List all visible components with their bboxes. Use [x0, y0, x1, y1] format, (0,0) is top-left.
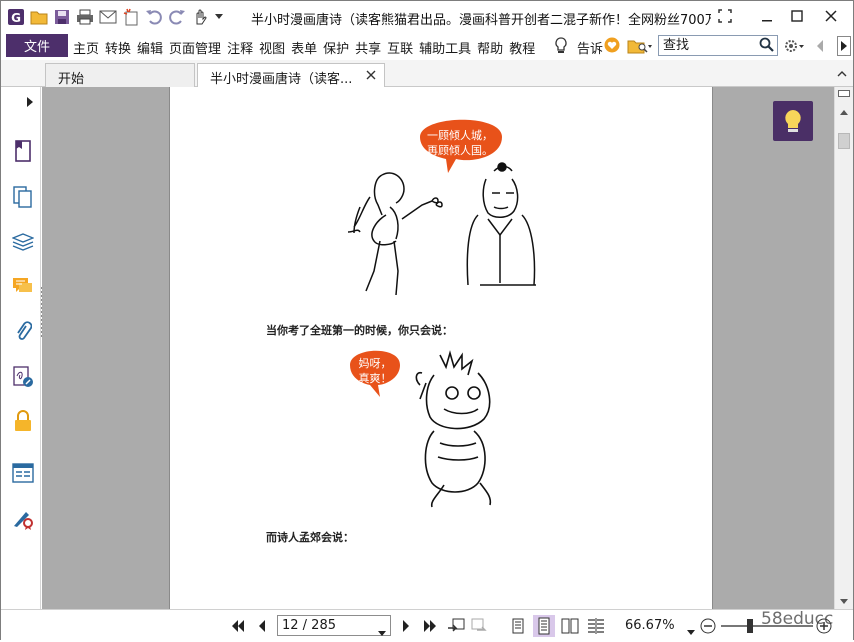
pdf-page: 一顾倾人城， 再顾倾人国。 当你考了全班第一的时候，你只会说： 妈呀， 真爽！ … [169, 87, 713, 609]
menu-form[interactable]: 表单 [291, 38, 317, 57]
menu-tabs: 主页 转换 编辑 页面管理 注释 视图 表单 保护 共享 互联 辅助工具 帮助 … [73, 38, 541, 57]
pages-icon[interactable] [11, 185, 35, 209]
caption-1: 当你考了全班第一的时候，你只会说： [266, 324, 453, 337]
document-viewport: 一顾倾人城， 再顾倾人国。 当你考了全班第一的时候，你只会说： 妈呀， 真爽！ … [42, 87, 834, 609]
app-logo-icon: G [7, 8, 25, 26]
scroll-split-icon[interactable] [838, 90, 850, 97]
next-view-icon[interactable] [471, 617, 489, 635]
certify-icon[interactable] [11, 507, 35, 531]
expand-panel-icon[interactable] [27, 96, 33, 110]
tab-start[interactable]: 开始 [45, 63, 195, 87]
print-icon[interactable] [76, 8, 94, 26]
search-icon[interactable] [759, 37, 775, 56]
form-fields-icon[interactable] [11, 461, 35, 485]
menu-help[interactable]: 帮助 [477, 38, 503, 57]
heart-icon[interactable] [604, 37, 620, 56]
zoom-dropdown-icon[interactable] [687, 624, 695, 638]
previous-view-icon[interactable] [447, 617, 465, 635]
ribbon-menu-bar: 文件 主页 转换 编辑 页面管理 注释 视图 表单 保护 共享 互联 辅助工具 … [1, 33, 853, 59]
previous-page-icon[interactable] [253, 617, 271, 635]
close-button[interactable] [817, 5, 845, 27]
tab-document-label: 半小时漫画唐诗（读客... [210, 72, 353, 87]
scroll-down-icon[interactable] [839, 595, 849, 609]
menu-edit[interactable]: 编辑 [137, 38, 163, 57]
caption-2: 而诗人孟郊会说： [266, 531, 354, 544]
scrollbar-thumb[interactable] [838, 133, 850, 149]
bubble2-line2: 真爽！ [359, 371, 392, 385]
comments-icon[interactable] [11, 275, 35, 299]
document-tab-bar: 开始 半小时漫画唐诗（读客... [1, 60, 853, 87]
menu-tutorial[interactable]: 教程 [509, 38, 535, 57]
page-number-text: 12 / 285 [282, 618, 336, 633]
status-bar: 12 / 285 66.67% [1, 609, 853, 640]
ribbon-prev-icon[interactable] [815, 39, 825, 56]
signature-icon[interactable] [11, 365, 35, 389]
customize-dropdown-icon[interactable] [214, 8, 224, 26]
bookmark-icon[interactable] [11, 139, 35, 163]
scroll-up-icon[interactable] [839, 105, 849, 119]
save-icon[interactable] [53, 8, 71, 26]
bubble1-line2: 再顾倾人国。 [427, 144, 493, 157]
hand-tool-icon[interactable] [191, 8, 209, 26]
comic-illustration-bottom: 妈呀， 真爽！ [350, 350, 492, 508]
zoom-out-icon[interactable] [699, 617, 717, 635]
watermark: 58educc [761, 609, 834, 629]
lightbulb-tips-button[interactable] [773, 101, 813, 141]
app-window: G 半小时漫画唐诗（读客熊猫君出品。漫画科普开创者二混子新作！全网粉丝700万！… [0, 0, 854, 640]
menu-connect[interactable]: 互联 [387, 38, 413, 57]
minimize-button[interactable] [753, 5, 781, 27]
tab-close-icon[interactable] [366, 69, 376, 84]
lightbulb-icon [785, 110, 801, 132]
bubble2-line1: 妈呀， [359, 356, 392, 370]
last-page-icon[interactable] [421, 617, 439, 635]
next-page-icon[interactable] [397, 617, 415, 635]
email-icon[interactable] [99, 8, 117, 26]
single-page-view-icon[interactable] [509, 617, 527, 635]
bubble1-line1: 一顾倾人城， [427, 129, 493, 142]
menu-comment[interactable]: 注释 [227, 38, 253, 57]
menu-protect[interactable]: 保护 [323, 38, 349, 57]
continuous-view-icon[interactable] [533, 615, 555, 637]
attachments-icon[interactable] [11, 319, 35, 343]
tab-document[interactable]: 半小时漫画唐诗（读客... [197, 63, 385, 87]
svg-text:G: G [11, 11, 21, 25]
lightbulb-tell-icon[interactable] [554, 37, 568, 58]
tab-start-label: 开始 [58, 72, 85, 87]
settings-gear-icon[interactable] [783, 37, 805, 58]
first-page-icon[interactable] [229, 617, 247, 635]
redo-icon[interactable] [168, 8, 186, 26]
comic-illustration-top: 一顾倾人城， 再顾倾人国。 [347, 119, 536, 296]
new-doc-icon[interactable] [122, 8, 140, 26]
left-navigation-panel [1, 87, 43, 609]
file-menu-button[interactable]: 文件 [6, 34, 68, 57]
continuous-facing-icon[interactable] [587, 617, 605, 635]
window-title: 半小时漫画唐诗（读客熊猫君出品。漫画科普开创者二混子新作！全网粉丝700万！ [251, 13, 711, 28]
maximize-button[interactable] [783, 5, 811, 27]
menu-share[interactable]: 共享 [355, 38, 381, 57]
page-number-input[interactable]: 12 / 285 [277, 615, 391, 636]
vertical-scrollbar[interactable] [834, 87, 853, 609]
ribbon-next-icon[interactable] [837, 36, 851, 56]
layers-icon[interactable] [11, 230, 35, 254]
find-folder-icon[interactable] [627, 37, 653, 58]
menu-convert[interactable]: 转换 [105, 38, 131, 57]
quick-access-toolbar: G [7, 7, 229, 27]
undo-icon[interactable] [145, 8, 163, 26]
menu-accessibility[interactable]: 辅助工具 [419, 38, 471, 57]
facing-pages-icon[interactable] [561, 617, 579, 635]
tell-me-label[interactable]: 告诉 [577, 38, 603, 57]
menu-view[interactable]: 视图 [259, 38, 285, 57]
page-dropdown-icon[interactable] [378, 623, 386, 642]
zoom-slider-thumb[interactable] [747, 619, 753, 633]
menu-organize[interactable]: 页面管理 [169, 38, 221, 57]
open-folder-icon[interactable] [30, 8, 48, 26]
restore-layout-icon[interactable] [711, 5, 739, 27]
menu-home[interactable]: 主页 [73, 38, 99, 57]
security-lock-icon[interactable] [11, 409, 35, 433]
zoom-level[interactable]: 66.67% [625, 618, 675, 633]
tab-scroll-up-icon[interactable] [837, 66, 847, 80]
title-bar: G 半小时漫画唐诗（读客熊猫君出品。漫画科普开创者二混子新作！全网粉丝700万！ [1, 1, 853, 33]
